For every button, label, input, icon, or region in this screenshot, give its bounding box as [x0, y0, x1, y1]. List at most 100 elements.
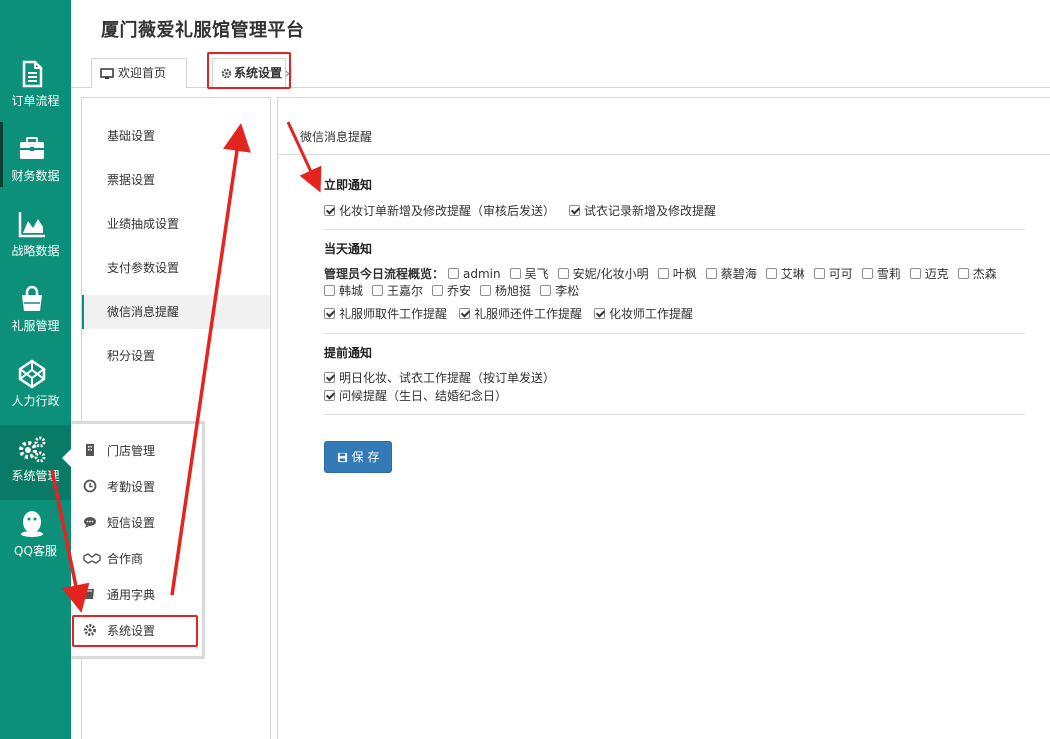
submenu-item-store[interactable]: 门店管理: [83, 440, 155, 462]
section-title-advance: 提前通知: [324, 346, 373, 360]
codepen-icon: [18, 359, 46, 389]
checkbox-dress-pickup[interactable]: 礼服师取件工作提醒: [324, 306, 447, 322]
submenu-item-sms[interactable]: 短信设置: [83, 512, 155, 534]
admin-overview-label: 管理员今日流程概览：: [324, 267, 445, 281]
panel-title: 微信消息提醒: [300, 130, 373, 144]
nav-label: 礼服管理: [11, 319, 60, 333]
checkbox[interactable]: [957, 268, 969, 279]
document-icon: [22, 60, 43, 88]
nav-label: 系统管理: [11, 469, 60, 483]
checkbox[interactable]: [594, 308, 606, 319]
building-icon: [86, 444, 94, 456]
app-title: 厦门薇爱礼服馆管理平台: [101, 20, 305, 41]
advance-option-2: 问候提醒（生日、结婚纪念日）: [324, 388, 516, 404]
checkbox[interactable]: [432, 285, 444, 296]
checkbox-makeup-artist[interactable]: 化妆师工作提醒: [594, 306, 693, 322]
checkbox[interactable]: [813, 268, 825, 279]
save-label: 保 存: [351, 450, 380, 464]
checkbox[interactable]: [765, 268, 777, 279]
area-chart-icon: [18, 212, 45, 238]
checkbox[interactable]: [657, 268, 669, 279]
checkbox-admin[interactable]: 杨旭挺: [480, 283, 531, 299]
checkbox[interactable]: [372, 285, 384, 296]
checkbox[interactable]: [448, 268, 460, 279]
checkbox[interactable]: [540, 285, 552, 296]
checkbox-greeting[interactable]: 问候提醒（生日、结婚纪念日）: [324, 388, 507, 404]
divider: [324, 414, 1025, 415]
nav-item-strategy[interactable]: 战略数据: [0, 200, 71, 275]
wechat-settings-panel: 微信消息提醒 立即通知 化妆订单新增及修改提醒（审核后发送） 试衣记录新增及修改提…: [277, 97, 1050, 739]
highlight-settings-tab: [207, 52, 291, 89]
checkbox-fitting-record[interactable]: 试衣记录新增及修改提醒: [569, 203, 716, 219]
menu-item-wechat[interactable]: 微信消息提醒: [82, 295, 270, 329]
checkbox-makeup-order[interactable]: 化妆订单新增及修改提醒（审核后发送）: [324, 203, 555, 219]
checkbox-admin[interactable]: 安妮/化妆小明: [557, 266, 649, 282]
tab-welcome[interactable]: 欢迎首页: [91, 58, 187, 88]
checkbox[interactable]: [324, 390, 335, 401]
checkbox[interactable]: [324, 205, 335, 216]
nav-label: 订单流程: [11, 94, 60, 108]
same-day-options: 礼服师取件工作提醒 礼服师还件工作提醒 化妆师工作提醒: [324, 306, 702, 322]
checkbox[interactable]: [324, 372, 335, 383]
checkbox-admin[interactable]: 叶枫: [657, 266, 697, 282]
advance-option-1: 明日化妆、试衣工作提醒（按订单发送）: [324, 370, 564, 386]
nav-item-hr[interactable]: 人力行政: [0, 350, 71, 425]
checkbox[interactable]: [705, 268, 717, 279]
immediate-options: 化妆订单新增及修改提醒（审核后发送） 试衣记录新增及修改提醒: [324, 203, 725, 219]
nav-label: 财务数据: [11, 169, 60, 183]
checkbox[interactable]: [569, 205, 581, 216]
gears-icon: [19, 436, 46, 463]
checkbox[interactable]: [324, 308, 335, 319]
checkbox[interactable]: [557, 268, 569, 279]
menu-item-points[interactable]: 积分设置: [82, 339, 270, 373]
menu-item-payment[interactable]: 支付参数设置: [82, 251, 270, 285]
clock-icon: [83, 479, 97, 493]
monitor-icon: [100, 67, 114, 79]
nav-item-system[interactable]: 系统管理: [0, 425, 71, 500]
checkbox-admin[interactable]: 乔安: [432, 283, 471, 299]
book-icon: [85, 589, 94, 599]
briefcase-icon: [20, 137, 44, 159]
checkbox-admin[interactable]: 艾琳: [765, 266, 805, 282]
save-button[interactable]: 保 存: [324, 441, 392, 473]
checkbox-admin[interactable]: 迈克: [909, 266, 949, 282]
divider: [278, 154, 1050, 155]
checkbox-admin[interactable]: 吴飞: [509, 266, 549, 282]
checkbox-admin[interactable]: 杰森: [957, 266, 997, 282]
checkbox-admin[interactable]: 雪莉: [861, 266, 901, 282]
checkbox-tomorrow-work[interactable]: 明日化妆、试衣工作提醒（按订单发送）: [324, 370, 555, 386]
floppy-disk-icon: [337, 452, 347, 463]
tab-label: 欢迎首页: [118, 66, 167, 80]
checkbox-admin[interactable]: 蔡碧海: [705, 266, 757, 282]
checkbox-dress-return[interactable]: 礼服师还件工作提醒: [459, 306, 582, 322]
checkbox[interactable]: [459, 308, 471, 319]
section-title-same-day: 当天通知: [324, 242, 373, 256]
checkbox[interactable]: [509, 268, 521, 279]
checkbox-admin[interactable]: admin: [448, 266, 501, 282]
nav-item-qq[interactable]: QQ客服: [0, 500, 71, 575]
submenu-item-partner[interactable]: 合作商: [83, 548, 143, 570]
menu-item-receipt[interactable]: 票据设置: [82, 163, 270, 197]
shopping-bag-icon: [22, 285, 42, 311]
nav-item-finance[interactable]: 财务数据: [0, 125, 71, 200]
checkbox-admin[interactable]: 李松: [540, 283, 579, 299]
menu-item-basic[interactable]: 基础设置: [82, 119, 270, 153]
nav-label: QQ客服: [14, 544, 57, 558]
divider: [324, 229, 1025, 230]
checkbox-admin[interactable]: 韩城: [324, 283, 363, 299]
admin-row-2: 韩城 王嘉尔 乔安 杨旭挺 李松: [324, 283, 588, 299]
submenu-pointer: [62, 449, 71, 467]
menu-item-commission[interactable]: 业绩抽成设置: [82, 207, 270, 241]
nav-item-dress[interactable]: 礼服管理: [0, 275, 71, 350]
submenu-item-attendance[interactable]: 考勤设置: [83, 476, 155, 498]
checkbox-admin[interactable]: 王嘉尔: [372, 283, 423, 299]
checkbox[interactable]: [861, 268, 873, 279]
checkbox[interactable]: [480, 285, 492, 296]
admin-row-1: 管理员今日流程概览： admin 吴飞 安妮/化妆小明 叶枫 蔡碧海 艾琳 可可 雪莉 迈克 杰森: [324, 266, 1006, 282]
checkbox-admin[interactable]: 可可: [813, 266, 853, 282]
nav-label: 战略数据: [11, 244, 60, 258]
checkbox[interactable]: [909, 268, 921, 279]
submenu-item-dictionary[interactable]: 通用字典: [83, 584, 155, 606]
checkbox[interactable]: [324, 285, 335, 296]
nav-item-order-flow[interactable]: 订单流程: [0, 50, 71, 125]
